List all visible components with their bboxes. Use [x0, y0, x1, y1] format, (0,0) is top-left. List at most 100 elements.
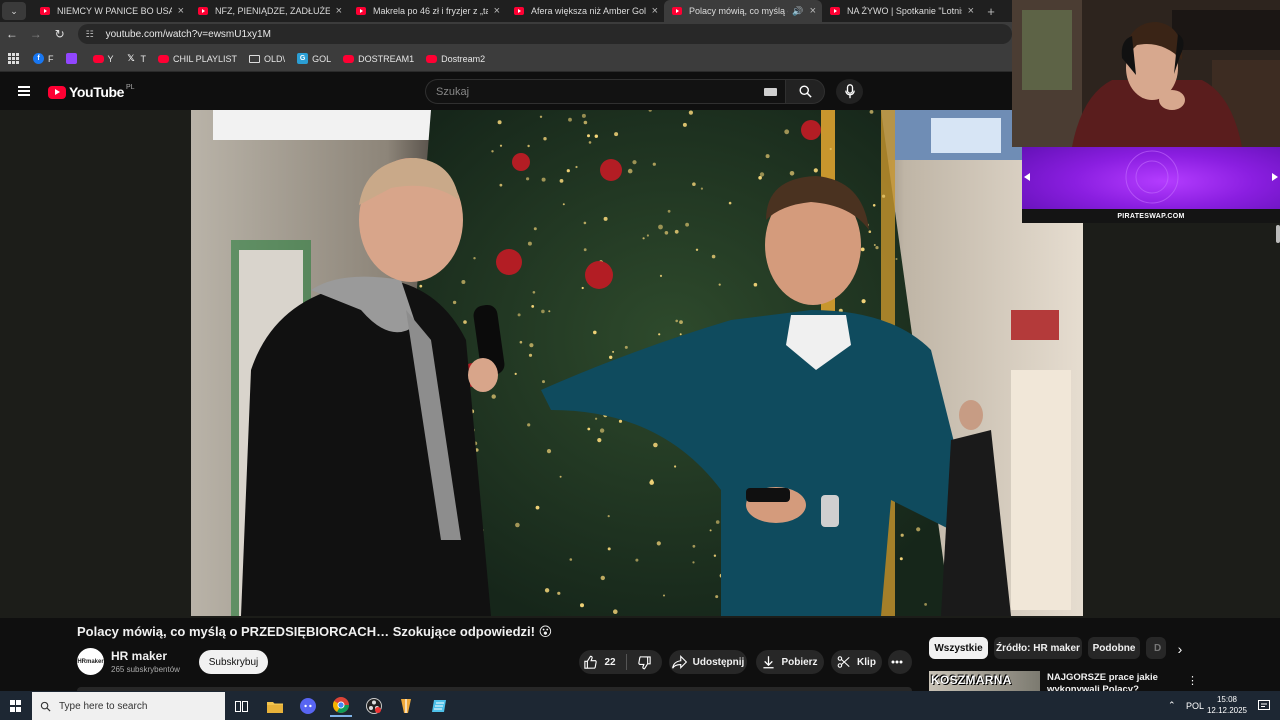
- bookmark-item[interactable]: Y: [92, 54, 114, 64]
- browser-tab[interactable]: NFZ, PIENIĄDZE, ZADŁUŻENIE S ×: [190, 0, 348, 22]
- windows-start-icon[interactable]: [10, 700, 22, 712]
- tree-light: [789, 171, 795, 176]
- bookmark-item[interactable]: Dostream2: [426, 54, 485, 64]
- bookmark-item[interactable]: OLD\: [249, 54, 285, 64]
- clip-label: Klip: [857, 656, 876, 668]
- youtube-favicon-icon: [830, 7, 840, 15]
- arrow-right-icon: →: [29, 27, 42, 41]
- youtube-play-icon: [48, 85, 66, 99]
- tree-light: [829, 147, 832, 151]
- more-actions-button[interactable]: [888, 650, 912, 674]
- close-icon[interactable]: ×: [810, 5, 816, 17]
- channel-avatar[interactable]: HRmaker: [77, 648, 104, 675]
- chip-all[interactable]: Wszystkie: [929, 637, 988, 659]
- channel-name[interactable]: HR maker: [111, 649, 167, 663]
- show-hidden-icons-button[interactable]: ⌃: [1168, 691, 1176, 720]
- speaker-icon[interactable]: 🔊: [792, 6, 803, 17]
- tree-light: [548, 310, 551, 313]
- discord-icon[interactable]: [297, 695, 319, 717]
- clock-date: 12.12.2025: [1206, 706, 1248, 715]
- bookmark-item[interactable]: CHIL PLAYLIST: [158, 54, 237, 64]
- tree-light: [539, 115, 543, 118]
- site-settings-icon[interactable]: ☷: [86, 29, 100, 40]
- clip-button[interactable]: Klip: [831, 650, 882, 674]
- close-icon[interactable]: ×: [494, 5, 500, 17]
- share-icon: [671, 655, 687, 669]
- close-icon[interactable]: ×: [178, 5, 184, 17]
- chrome-icon[interactable]: [330, 695, 352, 717]
- tree-light: [618, 419, 623, 423]
- tab-title: Afera większa niż Amber Gold?: [531, 6, 646, 16]
- back-button[interactable]: ←: [0, 27, 24, 41]
- close-icon[interactable]: ×: [968, 5, 974, 17]
- browser-tab[interactable]: NIEMCY W PANICE BO USA STAW ×: [32, 0, 190, 22]
- search-button[interactable]: [785, 79, 825, 104]
- keyboard-icon[interactable]: [764, 88, 777, 96]
- tree-light: [711, 254, 716, 259]
- page-scrollbar[interactable]: [1276, 225, 1280, 243]
- address-bar[interactable]: ☷ youtube.com/watch?v=ewsmU1xy1M: [77, 24, 1013, 44]
- video-player[interactable]: [191, 110, 1083, 616]
- chip-truncated[interactable]: D: [1146, 637, 1166, 659]
- like-dislike-group: 22: [579, 650, 662, 674]
- reload-button[interactable]: ↻: [48, 27, 72, 41]
- chip-source-channel[interactable]: Źródło: HR maker: [994, 637, 1082, 659]
- tree-light: [916, 527, 921, 532]
- sponsor-pattern: [1024, 150, 1278, 204]
- app-pin-icon[interactable]: [428, 695, 450, 717]
- notification-center-icon[interactable]: [1258, 691, 1270, 720]
- share-label: Udostępnij: [692, 656, 745, 668]
- obs-studio-icon[interactable]: [363, 695, 385, 717]
- file-explorer-icon[interactable]: [264, 695, 286, 717]
- youtube-logo[interactable]: YouTube PL: [48, 84, 135, 100]
- bookmark-item[interactable]: G GOL: [297, 53, 331, 64]
- youtube-favicon-icon: [514, 7, 524, 15]
- tree-light: [658, 333, 661, 336]
- new-tab-button[interactable]: +: [980, 4, 1002, 19]
- download-button[interactable]: Pobierz: [756, 650, 824, 674]
- recommended-video-thumbnail[interactable]: KOSZMARNA: [929, 671, 1040, 691]
- search-input[interactable]: Szukaj: [425, 79, 785, 104]
- subscribe-button[interactable]: Subskrybuj: [199, 650, 268, 674]
- tree-light: [652, 162, 656, 166]
- tab-search-button[interactable]: ⌄: [2, 2, 26, 20]
- menu-icon[interactable]: [18, 86, 30, 96]
- forward-button[interactable]: →: [24, 27, 48, 41]
- bookmark-label: T: [140, 53, 147, 64]
- scissors-icon: [837, 656, 850, 668]
- divider: [625, 654, 627, 670]
- tree-light: [597, 438, 602, 443]
- app-pin-icon[interactable]: [395, 695, 417, 717]
- thumbs-down-icon[interactable]: [637, 655, 652, 670]
- arrow-left-icon: ←: [5, 27, 18, 41]
- browser-tab[interactable]: Makrela po 46 zł i fryzjer z „tak ×: [348, 0, 506, 22]
- bookmark-item[interactable]: 𝕏T: [126, 53, 147, 64]
- tree-light: [609, 355, 613, 359]
- bookmark-item[interactable]: fF: [33, 53, 54, 64]
- share-button[interactable]: Udostępnij: [669, 650, 747, 674]
- close-icon[interactable]: ×: [336, 5, 342, 17]
- tree-light: [527, 423, 531, 427]
- browser-tab[interactable]: Afera większa niż Amber Gold? ×: [506, 0, 664, 22]
- x-icon: 𝕏: [127, 53, 135, 63]
- bookmark-label: Dostream2: [441, 53, 486, 64]
- like-count[interactable]: 22: [604, 657, 615, 668]
- voice-search-button[interactable]: [836, 79, 863, 104]
- chip-related[interactable]: Podobne: [1088, 637, 1140, 659]
- thumbs-up-icon[interactable]: [583, 655, 598, 670]
- recommended-video-title[interactable]: NAJGORSZE prace jakie wykonywali Polacy?: [1047, 672, 1167, 691]
- taskbar-search-input[interactable]: Type here to search: [32, 692, 225, 720]
- close-icon[interactable]: ×: [652, 5, 658, 17]
- task-view-icon[interactable]: [230, 695, 252, 717]
- browser-tab-active[interactable]: Polacy mówią, co myślą o P 🔊 ×: [664, 0, 822, 22]
- tree-light: [583, 120, 588, 125]
- tree-light: [559, 475, 562, 478]
- system-clock[interactable]: 15:08 12.12.2025: [1200, 694, 1254, 716]
- chevron-right-icon[interactable]: ›: [1171, 640, 1189, 658]
- bookmark-item[interactable]: [65, 53, 81, 64]
- more-vertical-icon[interactable]: ⋮: [1187, 674, 1198, 687]
- browser-tab[interactable]: NA ŻYWO | Spotkanie "Lotnisko ×: [822, 0, 980, 22]
- apps-grid-icon[interactable]: [8, 53, 19, 64]
- microphone-icon: [844, 84, 855, 99]
- bookmark-item[interactable]: DOSTREAM1: [343, 54, 414, 64]
